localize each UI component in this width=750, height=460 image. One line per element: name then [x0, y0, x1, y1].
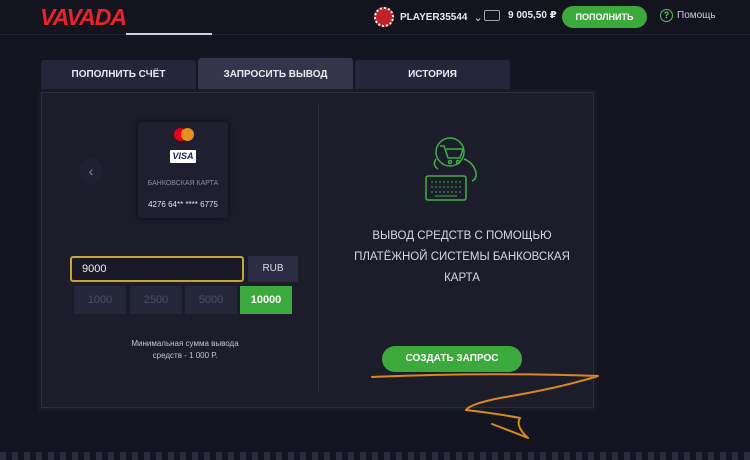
- preset-10000[interactable]: 10000: [240, 286, 292, 314]
- card-type-label: БАНКОВСКАЯ КАРТА: [147, 180, 219, 187]
- create-request-button[interactable]: СОЗДАТЬ ЗАПРОС: [382, 346, 522, 372]
- cart-terminal-icon: [425, 137, 477, 201]
- top-header: VAVADA PLAYER35544 ⌄ 9 005,50 ₽ ПОПОЛНИТ…: [0, 0, 750, 35]
- wallet-icon: [484, 10, 500, 21]
- wallet-balance[interactable]: 9 005,50 ₽: [484, 10, 557, 21]
- avatar-icon: [374, 7, 394, 27]
- panel-divider: [318, 103, 319, 393]
- chevron-left-icon[interactable]: ‹: [80, 158, 102, 184]
- nav-active-underline: [126, 33, 212, 35]
- help-link[interactable]: ? Помощь: [660, 9, 716, 22]
- help-icon: ?: [660, 9, 673, 22]
- balance-value: 9 005,50 ₽: [508, 10, 557, 21]
- username: PLAYER35544: [400, 11, 468, 23]
- user-menu[interactable]: PLAYER35544 ⌄: [374, 6, 483, 28]
- help-label: Помощь: [677, 10, 716, 21]
- bottom-strip: [0, 452, 750, 460]
- withdraw-method-title: ВЫВОД СРЕДСТВ С ПОМОЩЬЮ ПЛАТЁЖНОЙ СИСТЕМ…: [354, 230, 570, 284]
- preset-2500[interactable]: 2500: [130, 286, 182, 314]
- vavada-logo[interactable]: VAVADA: [40, 4, 127, 31]
- visa-icon: VISA: [170, 150, 196, 163]
- logo-sub: [158, 10, 160, 22]
- tab-withdraw[interactable]: ЗАПРОСИТЬ ВЫВОД: [198, 58, 353, 92]
- preset-5000[interactable]: 5000: [185, 286, 237, 314]
- header-deposit-button[interactable]: ПОПОЛНИТЬ: [562, 6, 647, 28]
- tab-history[interactable]: ИСТОРИЯ: [355, 60, 510, 90]
- amount-input[interactable]: [70, 256, 244, 282]
- preset-1000[interactable]: 1000: [74, 286, 126, 314]
- minimum-amount-note: Минимальная сумма вывода средств - 1 000…: [131, 339, 239, 360]
- card-number: 4276 64** **** 6775: [148, 200, 218, 209]
- mastercard-icon: [174, 128, 194, 141]
- tab-deposit[interactable]: ПОПОЛНИТЬ СЧЁТ: [41, 60, 196, 90]
- chevron-down-icon[interactable]: ⌄: [473, 11, 482, 24]
- currency-label: RUB: [248, 256, 298, 282]
